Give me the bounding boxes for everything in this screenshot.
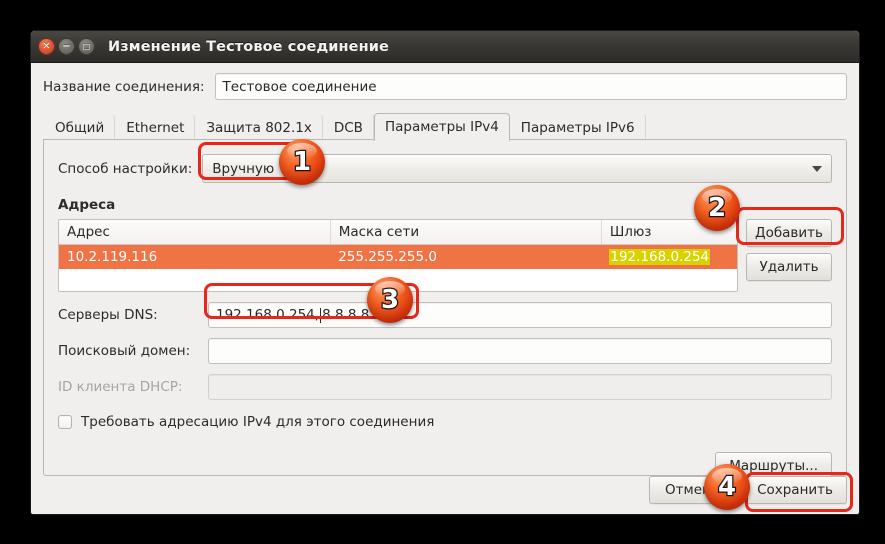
tab-security-8021x[interactable]: Защита 802.1x <box>195 114 323 141</box>
column-header-netmask[interactable]: Маска сети <box>330 220 602 245</box>
connection-name-row: Название соединения: Тестовое соединение <box>43 73 847 100</box>
text-cursor <box>320 307 322 323</box>
cell-empty-address <box>59 269 331 291</box>
tab-ipv4-settings[interactable]: Параметры IPv4 <box>373 113 510 141</box>
cell-gateway-highlight: 192.168.0.254 <box>609 249 711 265</box>
add-address-button[interactable]: Добавить <box>746 219 832 247</box>
dns-value-after-caret: 8.8.8.8 <box>322 307 370 323</box>
method-value: Вручную <box>212 160 275 177</box>
step-badge-1: 1 <box>279 139 325 185</box>
connection-name-input[interactable]: Тестовое соединение <box>214 73 847 100</box>
cell-netmask[interactable]: 255.255.255.0 <box>330 244 602 269</box>
method-label: Способ настройки: <box>58 160 193 177</box>
window-title: Изменение Тестовое соединение <box>108 38 389 55</box>
tab-ipv6-settings[interactable]: Параметры IPv6 <box>510 114 646 141</box>
screen: ✕ − □ Изменение Тестовое соединение Назв… <box>0 0 885 544</box>
dns-row: Серверы DNS: 192.168.0.254, 8.8.8.8 <box>58 302 832 328</box>
dhcp-client-id-input <box>208 374 832 400</box>
address-buttons: Добавить Удалить <box>746 219 832 281</box>
delete-address-button[interactable]: Удалить <box>746 253 832 281</box>
tab-dcb[interactable]: DCB <box>323 114 374 141</box>
connection-editor-window: ✕ − □ Изменение Тестовое соединение Назв… <box>30 30 860 515</box>
step-badge-2: 2 <box>694 185 740 231</box>
tab-ethernet[interactable]: Ethernet <box>115 114 196 141</box>
step-badge-4: 4 <box>704 464 750 510</box>
tab-general[interactable]: Общий <box>44 114 116 141</box>
search-domain-row: Поисковый домен: <box>58 338 832 364</box>
maximize-glyph: □ <box>82 41 91 51</box>
require-ipv4-label: Требовать адресацию IPv4 для этого соеди… <box>81 414 435 430</box>
dns-value-before-caret: 192.168.0.254, <box>216 307 320 323</box>
minimize-glyph: − <box>62 40 71 52</box>
dhcp-client-id-label: ID клиента DHCP: <box>58 379 183 395</box>
close-glyph: ✕ <box>42 40 51 52</box>
window-titlebar[interactable]: ✕ − □ Изменение Тестовое соединение <box>31 31 859 63</box>
step-badge-2-number: 2 <box>707 193 728 223</box>
tab-bar: Общий Ethernet Защита 802.1x DCB Парамет… <box>43 112 847 141</box>
dns-servers-input[interactable]: 192.168.0.254, 8.8.8.8 <box>208 302 832 328</box>
cell-empty-gateway <box>601 269 737 291</box>
step-badge-4-number: 4 <box>717 472 738 502</box>
column-header-address[interactable]: Адрес <box>59 220 331 245</box>
minimize-icon[interactable]: − <box>58 38 75 55</box>
cell-address[interactable]: 10.2.119.116 <box>59 244 331 269</box>
window-body: Название соединения: Тестовое соединение… <box>31 63 859 480</box>
table-row[interactable]: 10.2.119.116 255.255.255.0 192.168.0.254 <box>59 244 737 269</box>
search-domain-input[interactable] <box>208 338 832 364</box>
dns-servers-label: Серверы DNS: <box>58 307 158 323</box>
table-header-row: Адрес Маска сети Шлюз <box>59 220 737 245</box>
chevron-down-icon <box>812 165 822 172</box>
save-button[interactable]: Сохранить <box>743 476 847 504</box>
require-ipv4-checkbox[interactable] <box>58 415 72 429</box>
step-badge-3-number: 3 <box>380 285 401 315</box>
close-icon[interactable]: ✕ <box>38 38 55 55</box>
search-domain-label: Поисковый домен: <box>58 343 191 359</box>
maximize-icon[interactable]: □ <box>78 38 95 55</box>
cell-gateway[interactable]: 192.168.0.254 <box>601 244 737 269</box>
method-row: Способ настройки: Вручную <box>58 154 832 183</box>
dhcp-client-id-row: ID клиента DHCP: <box>58 374 832 400</box>
connection-name-label: Название соединения: <box>43 78 205 95</box>
step-badge-1-number: 1 <box>292 147 313 177</box>
require-ipv4-row[interactable]: Требовать адресацию IPv4 для этого соеди… <box>58 414 832 430</box>
step-badge-3: 3 <box>367 277 413 323</box>
